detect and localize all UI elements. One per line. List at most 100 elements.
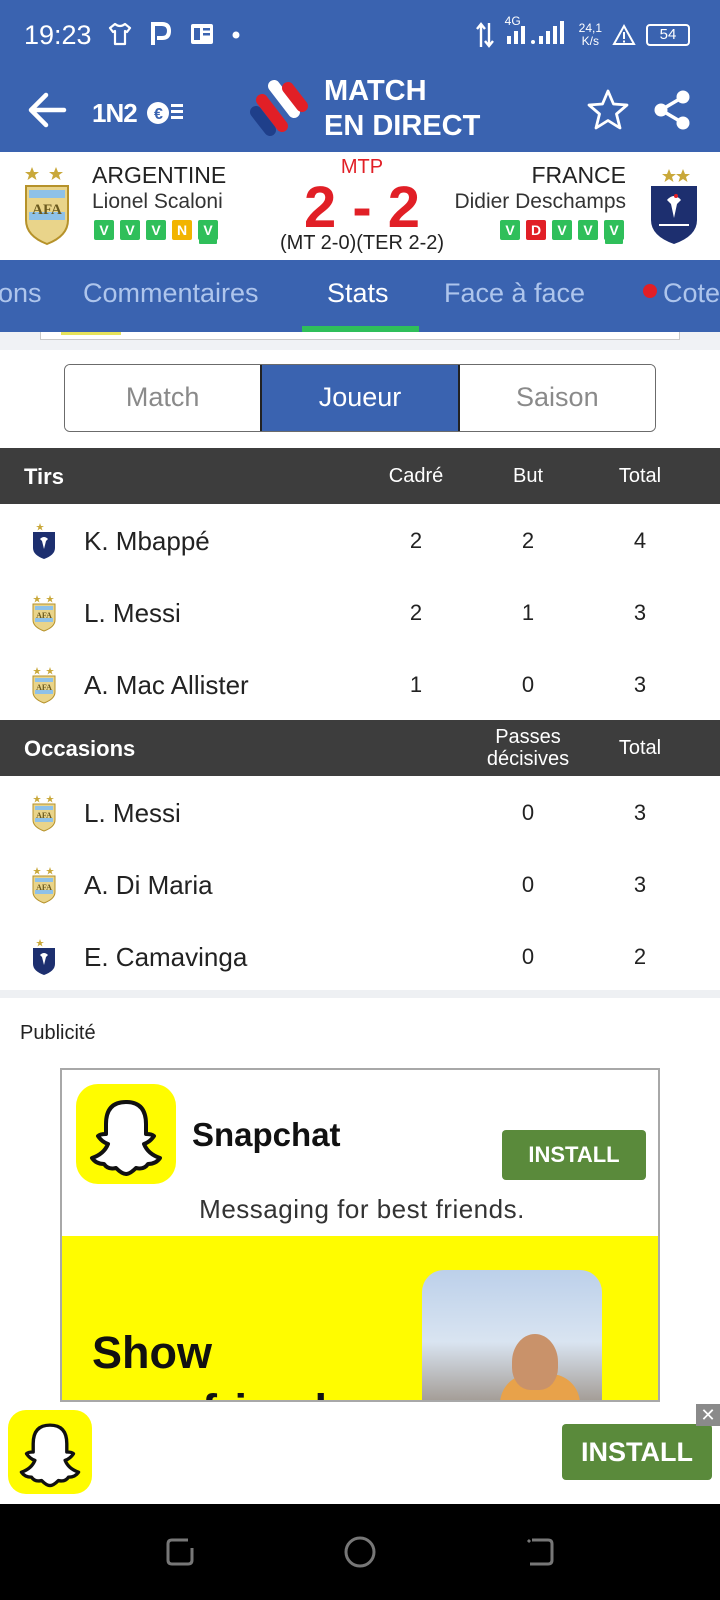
snapchat-banner-icon[interactable] (8, 1410, 92, 1494)
tab-cote[interactable]: Cote (643, 278, 720, 309)
stat-value: 1 (409, 672, 423, 697)
segment-saison[interactable]: Saison (459, 365, 655, 431)
stats-view-selector: Match Joueur Saison (64, 364, 656, 432)
ad-label: Publicité (20, 1022, 96, 1044)
network-speed: 24,1 K/s (579, 22, 602, 48)
form-badge: N (172, 220, 192, 240)
stat-value: 2 (521, 528, 535, 553)
network-type: 4G (504, 14, 521, 28)
svg-text:AFA: AFA (36, 811, 52, 820)
battery-icon: 54 (646, 24, 690, 46)
stat-value: 4 (633, 528, 647, 553)
ad-headline-line1: Show (92, 1327, 212, 1378)
collapsed-card-edge (40, 332, 680, 340)
status-time: 19:23 (24, 20, 92, 50)
ad-tagline: Messaging for best friends. (199, 1194, 525, 1224)
status-bar: 19:23 4G 24,1 K/s 54 (0, 0, 720, 72)
stat-value: 2 (633, 944, 647, 969)
stat-value: 0 (521, 672, 535, 697)
recent-apps-icon[interactable] (160, 1532, 200, 1572)
chances-title: Occasions (24, 736, 136, 761)
player-name: A. Mac Allister (84, 670, 249, 700)
shots-col-goals: But (512, 465, 544, 487)
tab-compositions[interactable]: ons (0, 278, 42, 309)
form-badge: V (500, 220, 520, 240)
system-nav-bar (0, 1504, 720, 1600)
chances-col-assists: Passes décisives (473, 726, 583, 770)
app-title-line1: MATCH (324, 75, 427, 107)
player-stat-row[interactable]: E. Camavinga 0 2 (0, 920, 720, 992)
close-icon[interactable]: ✕ (696, 1404, 720, 1426)
euro-coin-icon: € (146, 102, 183, 124)
player-stat-row[interactable]: AFA A. Di Maria 0 3 (0, 848, 720, 920)
player-name: A. Di Maria (84, 870, 213, 900)
player-stat-row[interactable]: AFA L. Messi 0 3 (0, 776, 720, 848)
france-crest-icon (30, 938, 58, 976)
shots-col-total: Total (618, 465, 662, 487)
stat-value: 0 (521, 800, 535, 825)
form-badge: V (578, 220, 598, 240)
stat-value: 2 (409, 528, 423, 553)
form-badge: V (552, 220, 572, 240)
shirt-icon (108, 22, 132, 46)
banner-install-button[interactable]: INSTALL (562, 1424, 712, 1480)
player-name: E. Camavinga (84, 942, 248, 972)
home-form-row: VVVNV (94, 220, 218, 240)
tab-face-a-face[interactable]: Face à face (444, 278, 585, 309)
player-name: L. Messi (84, 798, 181, 828)
ad-card[interactable]: Snapchat INSTALL Messaging for best frie… (60, 1068, 660, 1402)
chances-header: Occasions Passes décisives Total (0, 720, 720, 776)
shots-col-on-target: Cadré (388, 465, 444, 487)
form-badge: V (198, 220, 218, 240)
notification-icons (106, 20, 242, 48)
back-arrow-icon[interactable] (24, 86, 72, 134)
form-badge: V (604, 220, 624, 240)
favorite-star-icon[interactable] (586, 88, 630, 132)
snapchat-ghost-icon (90, 1100, 162, 1176)
segment-match[interactable]: Match (65, 365, 261, 431)
ad-install-button[interactable]: INSTALL (502, 1130, 646, 1180)
stat-value: 3 (633, 800, 647, 825)
collapsed-content-strip (0, 332, 720, 350)
france-crest-icon (30, 522, 58, 560)
share-icon[interactable] (650, 88, 694, 132)
speed-unit: K/s (581, 34, 599, 48)
snapchat-app-icon[interactable] (76, 1084, 176, 1184)
tab-stats[interactable]: Stats (327, 278, 389, 309)
player-stat-row[interactable]: K. Mbappé 2 2 4 (0, 504, 720, 576)
stat-value: 3 (633, 872, 647, 897)
svg-text:AFA: AFA (32, 202, 62, 218)
1n2-logo-button[interactable]: 1N2 € (92, 98, 185, 129)
ad-headline: Show your friends (92, 1324, 352, 1400)
warning-icon (612, 23, 636, 45)
live-dot-icon (643, 284, 657, 298)
bottom-ad-banner: INSTALL ✕ (0, 1404, 720, 1504)
signal-group: 4G (505, 14, 569, 52)
argentina-crest-icon: AFA (30, 594, 58, 632)
player-name: K. Mbappé (84, 526, 210, 556)
stat-value: 2 (409, 600, 423, 625)
shots-header: Tirs Cadré But Total (0, 448, 720, 504)
ad-photo (422, 1270, 602, 1400)
player-stat-row[interactable]: AFA A. Mac Allister 1 0 3 (0, 648, 720, 720)
player-stat-row[interactable]: AFA L. Messi 2 1 3 (0, 576, 720, 648)
form-badge: V (94, 220, 114, 240)
svg-text:AFA: AFA (36, 883, 52, 892)
match-en-direct-logo-icon (250, 80, 308, 136)
tab-commentaires[interactable]: Commentaires (83, 278, 259, 309)
ad-creative[interactable]: Show your friends (62, 1236, 658, 1400)
stat-value: 3 (633, 600, 647, 625)
stat-value: 0 (521, 944, 535, 969)
home-coach: Lionel Scaloni (92, 190, 223, 213)
system-icons: 4G 24,1 K/s 54 (475, 14, 690, 52)
tab-bar: ons Commentaires Stats Face à face Cote (0, 260, 720, 332)
snapchat-ghost-icon (19, 1423, 81, 1488)
stat-value: 3 (633, 672, 647, 697)
chances-col-assists-line1: Passes (495, 726, 561, 748)
back-icon[interactable] (520, 1532, 560, 1572)
form-badge: D (526, 220, 546, 240)
away-coach: Didier Deschamps (454, 190, 626, 213)
segment-joueur[interactable]: Joueur (260, 365, 460, 431)
home-icon[interactable] (340, 1532, 380, 1572)
chances-col-assists-line2: décisives (486, 748, 570, 770)
